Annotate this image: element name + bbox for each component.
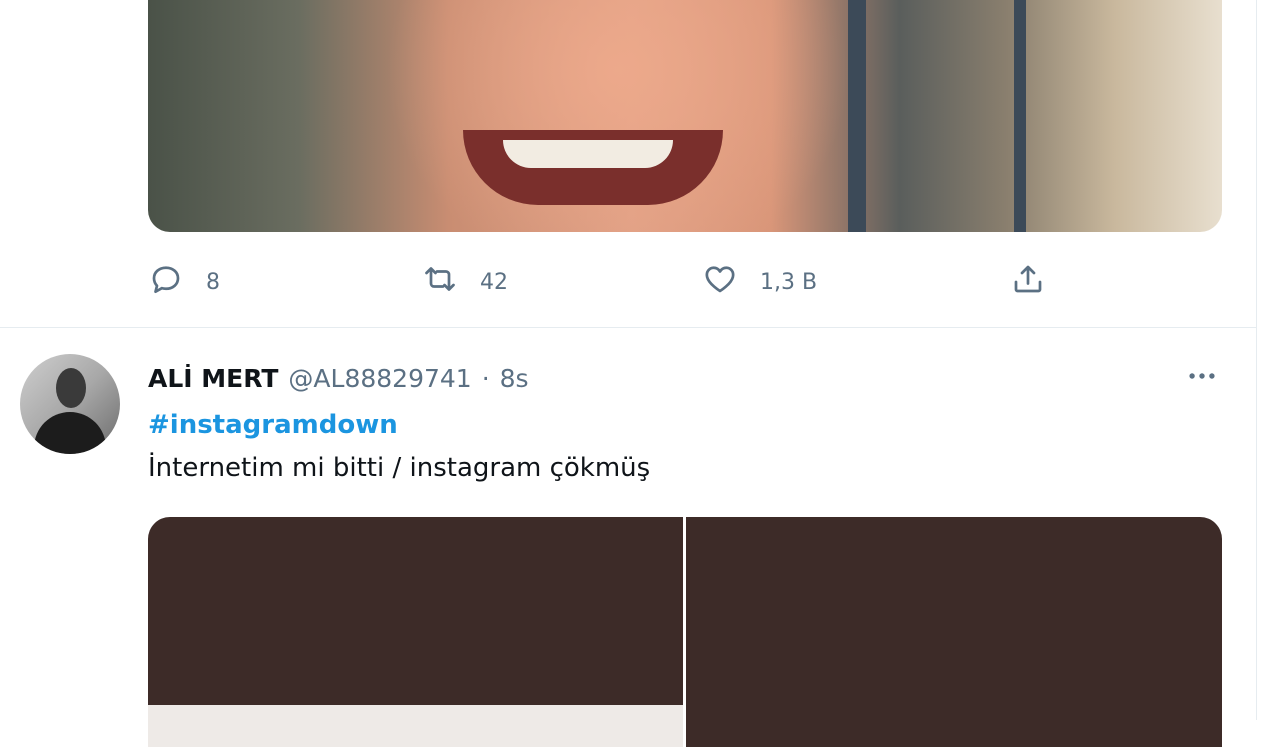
tweet-text: İnternetim mi bitti / instagram çökmüş [148,453,651,483]
photo-street-pole [848,0,866,232]
like-button[interactable]: 1,3 B [702,258,817,306]
reply-button[interactable]: 8 [148,258,220,306]
more-icon [1185,359,1219,397]
previous-tweet-action-bar: 8 42 1,3 B [148,258,1222,306]
separator-dot: · [481,363,490,393]
avatar[interactable] [20,354,120,454]
photo-teeth [503,140,673,168]
like-count: 1,3 B [760,269,818,295]
more-options-button[interactable] [1182,360,1222,396]
photo-face-tone [148,0,1222,232]
reply-count: 8 [206,269,220,295]
share-button[interactable] [1010,258,1046,306]
retweet-button[interactable]: 42 [422,258,508,306]
media-image-left-lower [148,705,683,747]
hashtag-link[interactable]: #instagramdown [148,410,398,440]
like-icon [702,261,738,303]
tweet-timestamp[interactable]: 8s [500,364,529,393]
tweet-divider [0,327,1256,328]
previous-tweet-photo[interactable] [148,0,1222,232]
share-icon [1010,261,1046,303]
retweet-count: 42 [480,269,508,295]
display-name[interactable]: ALİ MERT [148,364,278,393]
tweet-header: ALİ MERT @AL88829741 · 8s [148,360,529,396]
photo-street-pole [1014,0,1026,232]
tweet-media [148,517,1222,747]
timeline-border [1256,0,1257,720]
avatar-head [56,368,86,408]
reply-icon [148,261,184,303]
media-image-right[interactable] [686,517,1222,747]
media-image-left[interactable] [148,517,683,747]
user-handle[interactable]: @AL88829741 [288,364,471,393]
retweet-icon [422,261,458,303]
avatar-body [34,412,106,454]
